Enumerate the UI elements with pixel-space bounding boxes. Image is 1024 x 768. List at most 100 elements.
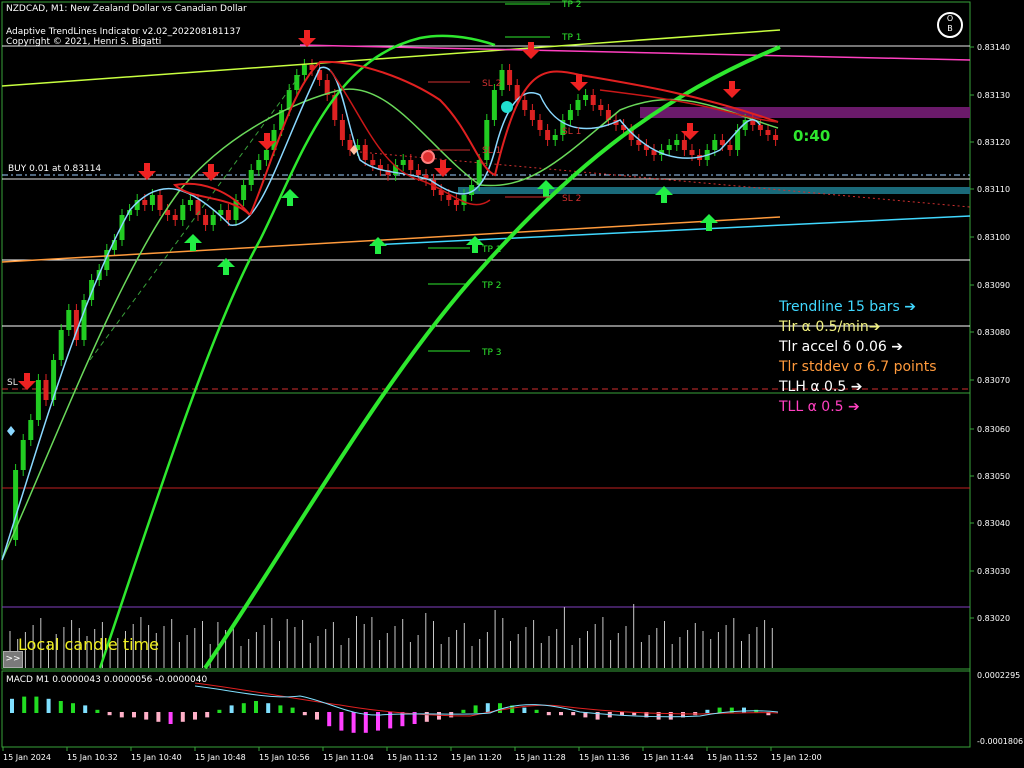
candle-body bbox=[66, 310, 72, 330]
tp2-label: TP 2 bbox=[481, 281, 502, 291]
sell-signal-arrow bbox=[681, 123, 699, 140]
trendline-lower bbox=[369, 215, 971, 246]
price-axis-label: 0.83120 bbox=[977, 138, 1010, 147]
macd-bar bbox=[668, 712, 673, 720]
buy-signal-arrow bbox=[184, 234, 202, 251]
time-axis: 15 Jan 2024 15 Jan 10:32 15 Jan 10:40 15 Ja… bbox=[2, 747, 822, 762]
sl-left-label: SL bbox=[7, 378, 18, 388]
candle-body bbox=[43, 380, 49, 400]
macd-bar bbox=[461, 709, 466, 713]
price-axis-label: 0.83140 bbox=[977, 43, 1010, 52]
sell-signal-arrow bbox=[522, 42, 540, 59]
macd-bar bbox=[534, 709, 539, 713]
legend-item: Trendline 15 bars ➔ bbox=[779, 299, 916, 315]
expand-button[interactable]: >> bbox=[3, 651, 23, 668]
macd-bar bbox=[485, 703, 490, 713]
candle-body bbox=[567, 110, 573, 120]
position-label[interactable]: BUY 0.01 at 0.83114 bbox=[8, 164, 101, 175]
logo-top: O bbox=[946, 14, 954, 23]
candle-body bbox=[598, 105, 604, 110]
macd-title: MACD M1 0.0000043 0.0000056 -0.0000040 bbox=[6, 675, 208, 685]
entry-marker[interactable] bbox=[421, 150, 435, 164]
candle-body bbox=[180, 205, 186, 220]
macd-bar bbox=[217, 709, 222, 713]
candle-body bbox=[256, 160, 262, 170]
macd-bar bbox=[571, 712, 576, 716]
macd-axis-label: -0.0001806 bbox=[977, 737, 1023, 746]
candle-body bbox=[689, 150, 695, 155]
macd-bar bbox=[620, 712, 624, 716]
candle-body bbox=[225, 210, 231, 220]
macd-bar bbox=[339, 712, 344, 731]
buy-signal-arrow bbox=[217, 258, 235, 275]
macd-bar bbox=[717, 707, 722, 713]
sell-signal-arrow bbox=[723, 81, 741, 98]
macd-bar bbox=[254, 701, 258, 713]
price-axis-label: 0.83080 bbox=[977, 328, 1010, 337]
candle-body bbox=[400, 160, 406, 165]
macd-bar bbox=[34, 696, 39, 713]
macd-bar bbox=[156, 712, 161, 722]
tp3-label: TP 3 bbox=[481, 348, 502, 358]
candles bbox=[13, 59, 779, 546]
candle-countdown: 0:40 bbox=[793, 127, 830, 145]
macd-bar bbox=[315, 712, 319, 720]
candle-body bbox=[461, 195, 467, 205]
candle-body bbox=[210, 215, 216, 225]
candle-body bbox=[537, 120, 543, 130]
cyan-marker[interactable] bbox=[501, 101, 513, 113]
sell-signal-arrow bbox=[434, 160, 452, 177]
time-axis-label: 15 Jan 10:56 bbox=[259, 753, 310, 762]
macd-axis-label: 0.0002295 bbox=[977, 671, 1020, 680]
macd-bar bbox=[363, 712, 368, 733]
macd-bar bbox=[241, 703, 246, 713]
price-axis-label: 0.83110 bbox=[977, 185, 1010, 194]
macd-bar bbox=[559, 712, 563, 716]
candle-body bbox=[248, 170, 254, 185]
candle-body bbox=[408, 160, 414, 170]
macd-bar bbox=[46, 698, 51, 713]
candle-body bbox=[674, 140, 680, 145]
legend-item: TLL α 0.5 ➔ bbox=[779, 399, 860, 415]
time-axis-label: 15 Jan 11:44 bbox=[643, 753, 694, 762]
indicator-legend: Trendline 15 bars ➔ Tlr α 0.5/min➔ Tlr acc… bbox=[779, 297, 937, 417]
candle-body bbox=[590, 95, 596, 105]
candle-body bbox=[58, 330, 64, 360]
candle-body bbox=[666, 145, 672, 150]
price-axis-label: 0.83090 bbox=[977, 281, 1010, 290]
resistance-zone bbox=[640, 107, 970, 118]
candle-body bbox=[370, 160, 376, 165]
price-axis-label: 0.83070 bbox=[977, 376, 1010, 385]
candle-body bbox=[575, 100, 581, 110]
candle-body bbox=[142, 200, 148, 205]
candle-body bbox=[491, 90, 497, 120]
macd-bar bbox=[107, 712, 112, 716]
macd-bar bbox=[229, 705, 234, 713]
candle-body bbox=[20, 440, 26, 470]
price-axis-label: 0.83050 bbox=[977, 472, 1010, 481]
macd-bar bbox=[71, 703, 75, 713]
sl1-label: SL 1 bbox=[482, 146, 501, 156]
time-axis-label: 15 Jan 11:04 bbox=[323, 753, 374, 762]
candle-body bbox=[727, 145, 733, 150]
legend-item: Tlr accel δ 0.06 ➔ bbox=[779, 339, 903, 355]
candle-body bbox=[149, 195, 155, 205]
time-axis-label: 15 Jan 12:00 bbox=[771, 753, 822, 762]
macd-bar bbox=[546, 712, 551, 716]
chart-logo: O B bbox=[937, 12, 963, 38]
time-axis-label: 15 Jan 11:28 bbox=[515, 753, 566, 762]
macd-bar bbox=[58, 701, 63, 713]
macd-bar bbox=[193, 712, 197, 720]
candle-body bbox=[203, 215, 209, 225]
candle-body bbox=[719, 140, 725, 145]
macd-bar bbox=[95, 709, 100, 713]
legend-item: Tlr α 0.5/min➔ bbox=[779, 319, 881, 335]
macd-bar bbox=[205, 712, 210, 718]
candle-body bbox=[476, 160, 482, 185]
sl-small-label: SL 1 bbox=[562, 127, 581, 137]
price-axis: 0.83140 0.83130 0.83120 0.83110 0.83100 0.830… bbox=[970, 43, 1023, 746]
candle-body bbox=[529, 110, 535, 120]
time-axis-label: 15 Jan 11:20 bbox=[451, 753, 502, 762]
candle-body bbox=[172, 215, 178, 220]
price-axis-label: 0.83130 bbox=[977, 91, 1010, 100]
